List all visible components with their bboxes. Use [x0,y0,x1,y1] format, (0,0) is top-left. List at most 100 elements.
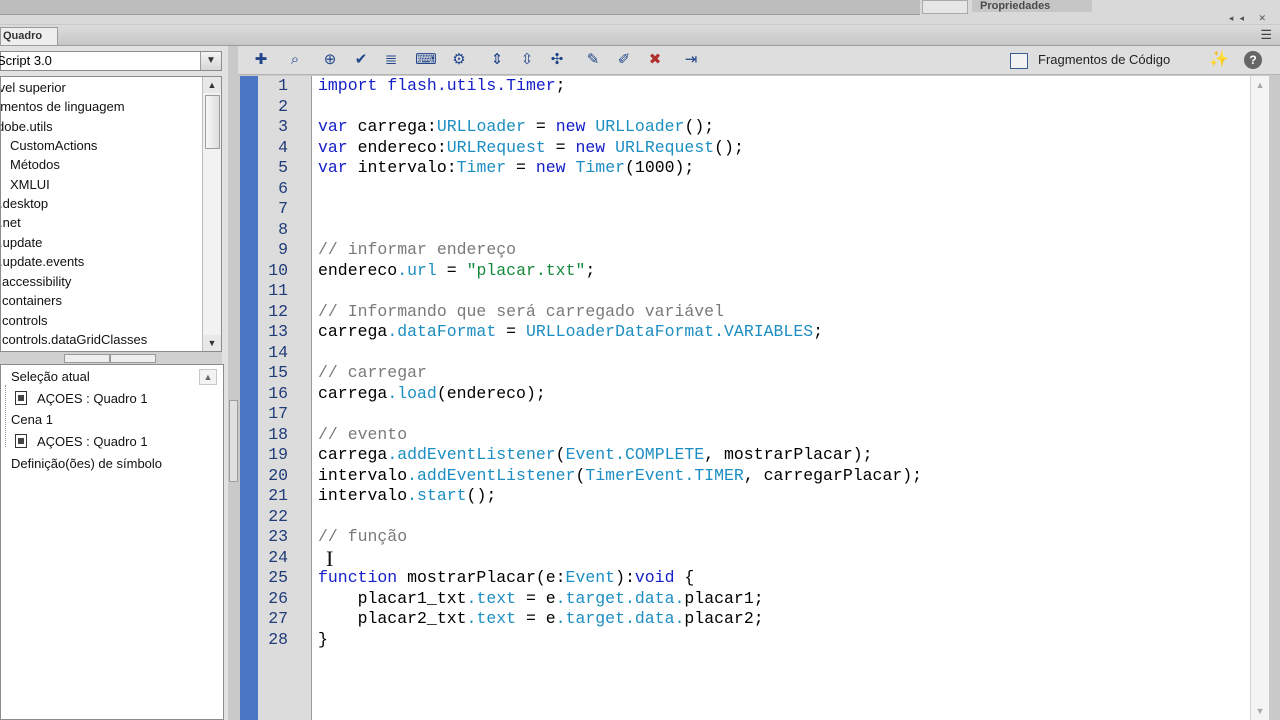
script-navigator[interactable]: Seleção atual AÇOES : Quadro 1 Cena 1 AÇ… [0,364,224,720]
code-line[interactable]: } [318,630,328,649]
collapse-between-braces-icon[interactable]: ⇕ [486,50,508,70]
add-item-icon[interactable]: ✚ [250,50,272,70]
check-syntax-icon[interactable]: ✔ [350,50,372,70]
library-scrollbar[interactable]: ▲ ▼ [202,77,221,351]
code-line[interactable]: endereco.url = "placar.txt"; [318,261,595,280]
chevron-down-icon[interactable]: ▼ [200,52,221,70]
code-line[interactable]: import flash.utils.Timer; [318,76,566,95]
auto-format-icon[interactable]: ≣ [380,50,402,70]
remove-comment-icon[interactable]: ✖ [644,50,666,70]
find-icon[interactable]: ⌕ [284,50,306,70]
nav-scene[interactable]: Cena 1 [11,410,53,430]
line-number: 2 [278,96,288,116]
nav-frame-label: AÇOES : Quadro 1 [37,434,148,449]
collapse-selection-icon[interactable]: ⇳ [516,50,538,70]
wand-icon[interactable]: ✨ [1208,50,1230,70]
line-number: 12 [268,301,288,321]
splitter-grip[interactable] [110,354,156,363]
line-number: 27 [268,609,288,628]
line-number: 10 [268,260,288,280]
scroll-thumb[interactable] [205,95,220,149]
debug-options-icon[interactable]: ⚙ [448,50,470,70]
list-item[interactable]: containers [2,291,62,310]
code-line[interactable]: intervalo.start(); [318,486,496,505]
vertical-splitter[interactable] [228,46,238,720]
splitter-handle[interactable] [229,400,238,482]
script-icon [15,434,27,448]
panel-controls-icon[interactable]: ◂◂ ✕ [1229,13,1272,24]
target-path-icon[interactable]: ⊕ [319,50,341,70]
collapse-icon[interactable]: ▲ [199,369,217,385]
list-item[interactable]: Métodos [10,155,60,174]
line-number: 20 [268,465,288,485]
language-library-tree[interactable]: ível superior ementos de linguagem dobe.… [0,76,222,352]
code-line[interactable]: placar1_txt.text = e.target.data.placar1… [318,589,764,608]
code-line[interactable]: // função [318,527,407,546]
script-version-select[interactable]: Script 3.0 ▼ [0,51,222,71]
list-item[interactable]: controls.dataGridClasses [2,330,147,349]
code-line[interactable]: // evento [318,425,407,444]
line-number: 23 [268,527,288,546]
list-item[interactable]: ementos de linguagem [1,97,125,116]
list-item[interactable]: .desktop [1,194,48,213]
list-item[interactable]: accessibility [2,272,71,291]
code-line[interactable]: carrega.addEventListener(Event.COMPLETE,… [318,445,873,464]
list-item[interactable]: ível superior [1,78,66,97]
nav-frame-item[interactable]: AÇOES : Quadro 1 [15,389,148,409]
list-item[interactable]: .update.events [1,252,84,271]
code-line[interactable]: // carregar [318,363,427,382]
apply-line-comment-icon[interactable]: ✐ [613,50,635,70]
code-line[interactable]: // Informando que será carregado variáve… [318,302,724,321]
splitter-grip[interactable] [64,354,110,363]
list-item[interactable]: .update [1,233,42,252]
code-line[interactable]: var endereco:URLRequest = new URLRequest… [318,138,744,157]
line-number: 13 [268,322,288,341]
line-number: 5 [278,158,288,177]
list-item[interactable]: CustomActions [10,136,97,155]
top-tab-blank[interactable] [922,0,968,14]
panel-menu-icon[interactable]: ☰ [1260,27,1272,43]
list-item[interactable]: dobe.utils [1,117,53,136]
code-snippets-button[interactable]: Fragmentos de Código [1010,50,1170,70]
line-number: 22 [268,506,288,526]
script-icon [15,391,27,405]
code-line[interactable]: carrega.dataFormat = URLLoaderDataFormat… [318,322,823,341]
nav-current-selection[interactable]: Seleção atual [11,367,90,387]
editor-scrollbar[interactable]: ▲ ▼ [1250,76,1269,720]
line-number: 11 [268,281,288,300]
line-number: 15 [268,363,288,382]
list-item[interactable]: .net [1,213,21,232]
code-line[interactable]: function mostrarPlacar(e:Event):void { [318,568,694,587]
scroll-up-icon[interactable]: ▲ [1251,76,1269,94]
list-item[interactable]: controls [2,311,48,330]
line-number: 4 [278,137,288,157]
code-line[interactable]: var intervalo:Timer = new Timer(1000); [318,158,694,177]
nav-frame-label: AÇOES : Quadro 1 [37,391,148,406]
line-number: 19 [268,445,288,464]
script-version-value: Script 3.0 [0,53,52,68]
code-hint-icon[interactable]: ⌨ [415,50,437,70]
list-item[interactable]: XMLUI [10,175,50,194]
script-editor[interactable]: 1 2 3 4 5 6 7 8 9 10 11 12 13 14 15 16 1… [240,76,1269,720]
expand-all-icon[interactable]: ✣ [546,50,568,70]
scroll-down-icon[interactable]: ▼ [203,335,221,351]
tab-properties[interactable]: Propriedades [972,0,1092,12]
code-line[interactable]: var carrega:URLLoader = new URLLoader(); [318,117,714,136]
nav-symbol-definitions[interactable]: Definição(ões) de símbolo [11,454,162,474]
nav-frame-item[interactable]: AÇOES : Quadro 1 [15,432,148,452]
tree-line [5,385,6,447]
scroll-up-icon[interactable]: ▲ [203,77,221,93]
apply-block-comment-icon[interactable]: ✎ [582,50,604,70]
code-line[interactable]: // informar endereço [318,240,516,259]
tab-frame[interactable]: Quadro [0,27,58,45]
code-line[interactable]: carrega.load(endereco); [318,384,546,403]
code-line[interactable]: placar2_txt.text = e.target.data.placar2… [318,609,764,628]
line-number: 28 [268,629,288,649]
line-number: 18 [268,424,288,444]
scroll-down-icon[interactable]: ▼ [1251,702,1269,720]
actions-toolbar: ✚ ⌕ ⊕ ✔ ≣ ⌨ ⚙ ⇕ ⇳ ✣ ✎ ✐ ✖ ⇥ Fragmentos d… [238,46,1280,75]
code-line[interactable]: intervalo.addEventListener(TimerEvent.TI… [318,466,922,485]
help-icon[interactable]: ? [1244,51,1262,69]
timeline-strip [0,0,920,15]
show-hide-toolbox-icon[interactable]: ⇥ [680,50,702,70]
